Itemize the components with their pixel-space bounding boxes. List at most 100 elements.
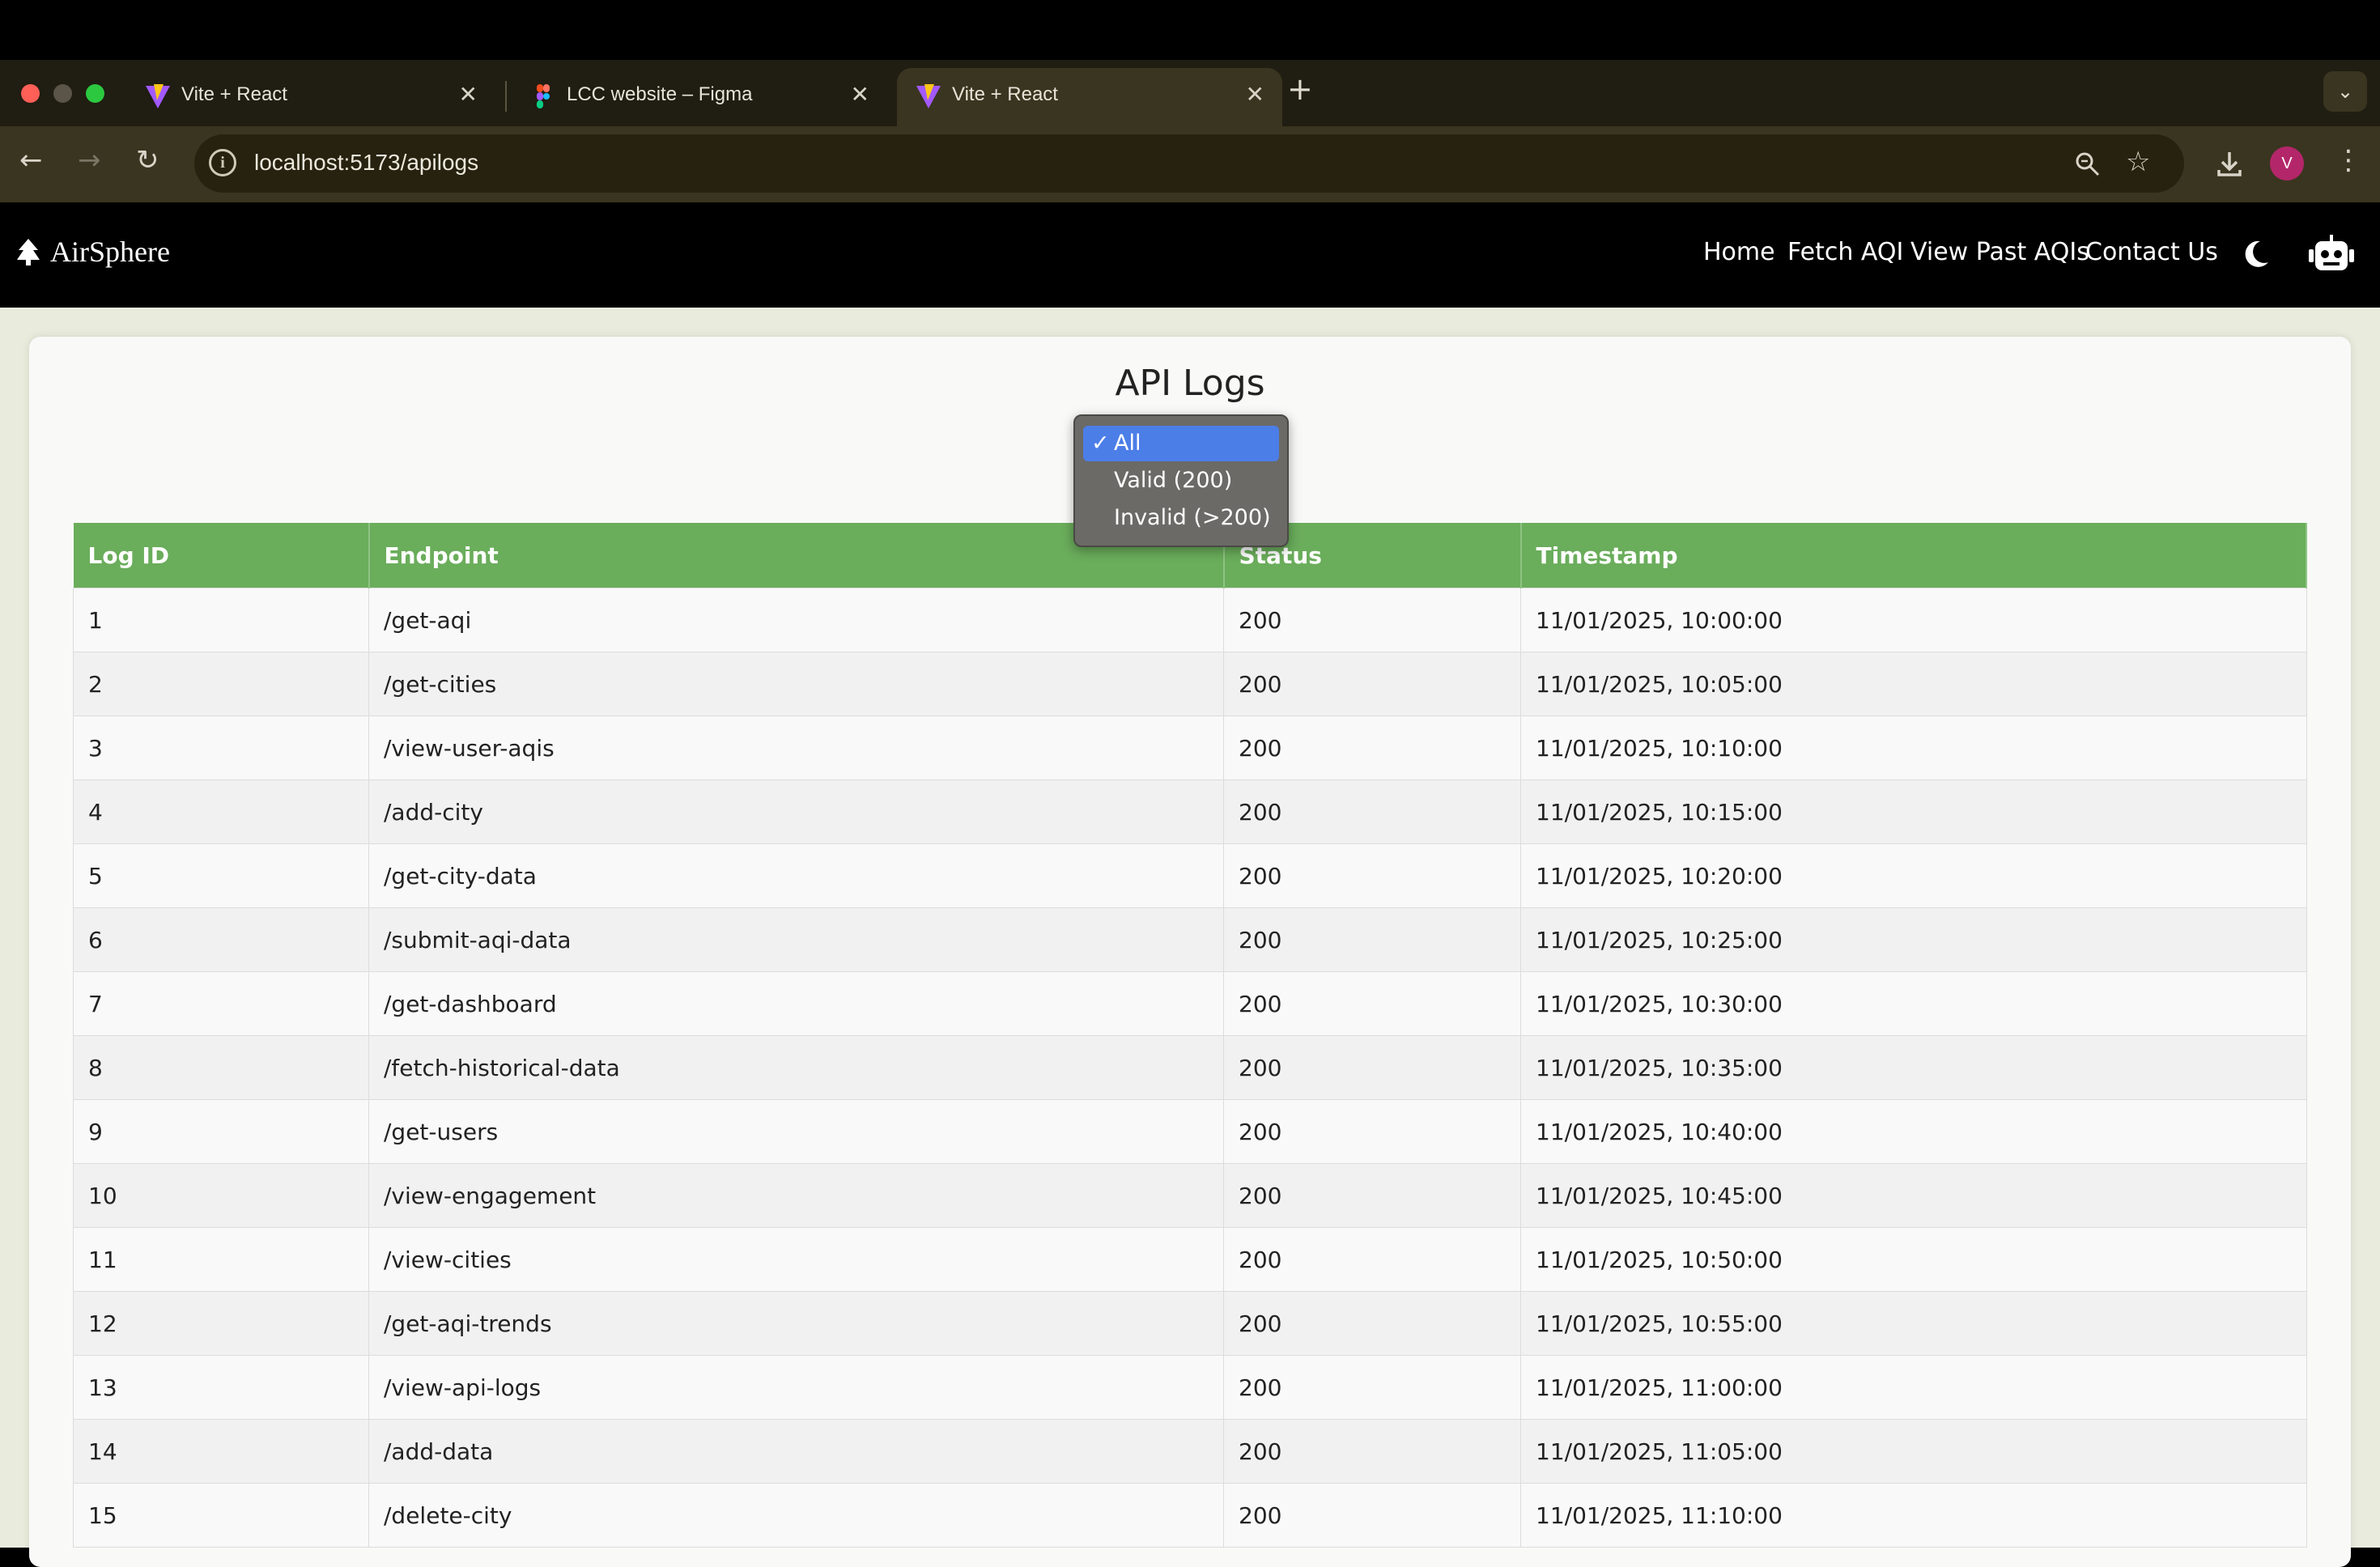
- log-id-cell: 14: [73, 1419, 369, 1484]
- table-body: 1/get-aqi 200 11/01/2025, 10:00:00 2/get-ci…: [73, 588, 2307, 1548]
- status-cell: 200: [1223, 1227, 1521, 1292]
- option-label: All: [1114, 431, 1141, 456]
- table-row[interactable]: 10/view-engagement 200 11/01/2025, 10:45:0…: [73, 1163, 2307, 1228]
- timestamp-cell: 11/01/2025, 10:00:00: [1520, 588, 2307, 652]
- moon-icon[interactable]: [2239, 238, 2272, 270]
- page-title: API Logs: [1115, 363, 1265, 404]
- tree-icon: [17, 239, 40, 265]
- timestamp-cell: 11/01/2025, 10:05:00: [1520, 652, 2307, 716]
- table-row[interactable]: 13/view-api-logs 200 11/01/2025, 11:00:00: [73, 1355, 2307, 1420]
- browser-tab-2[interactable]: LCC website – Figma ✕: [512, 68, 887, 126]
- forward-arrow-icon[interactable]: →: [78, 144, 101, 176]
- endpoint-cell: /get-users: [368, 1099, 1224, 1164]
- timestamp-cell: 11/01/2025, 11:00:00: [1520, 1355, 2307, 1420]
- close-icon[interactable]: ✕: [1246, 81, 1264, 108]
- endpoint-cell: /view-cities: [368, 1227, 1224, 1292]
- table-row[interactable]: 6/submit-aqi-data 200 11/01/2025, 10:25:00: [73, 907, 2307, 972]
- window-close-button[interactable]: [21, 84, 40, 103]
- endpoint-cell: /get-aqi: [368, 588, 1224, 652]
- figma-icon: [537, 84, 550, 108]
- endpoint-cell: /get-city-data: [368, 843, 1224, 908]
- log-id-cell: 1: [73, 588, 369, 652]
- filter-option-valid[interactable]: Valid (200): [1083, 463, 1279, 499]
- url-text[interactable]: localhost:5173/apilogs: [254, 150, 478, 176]
- status-cell: 200: [1223, 1163, 1521, 1228]
- browser-tab-1[interactable]: Vite + React ✕: [126, 68, 495, 126]
- table-row[interactable]: 1/get-aqi 200 11/01/2025, 10:00:00: [73, 588, 2307, 652]
- download-icon[interactable]: [2213, 147, 2246, 180]
- nav-link-contact-us[interactable]: Contact Us: [2085, 238, 2218, 266]
- table-row[interactable]: 7/get-dashboard 200 11/01/2025, 10:30:00: [73, 971, 2307, 1036]
- site-info-icon[interactable]: i: [209, 149, 236, 176]
- back-arrow-icon[interactable]: ←: [19, 144, 43, 176]
- column-header-timestamp[interactable]: Timestamp: [1520, 523, 2307, 588]
- status-cell: 200: [1223, 1099, 1521, 1164]
- tab-search-button[interactable]: ⌄: [2323, 71, 2367, 112]
- timestamp-cell: 11/01/2025, 10:35:00: [1520, 1035, 2307, 1100]
- endpoint-cell: /view-api-logs: [368, 1355, 1224, 1420]
- close-icon[interactable]: ✕: [851, 81, 869, 108]
- more-menu-icon[interactable]: ⋮: [2335, 144, 2362, 176]
- filter-option-all[interactable]: ✓ All: [1083, 426, 1279, 461]
- zoom-icon[interactable]: [2074, 151, 2102, 178]
- window-zoom-button[interactable]: [86, 84, 104, 103]
- status-cell: 200: [1223, 971, 1521, 1036]
- checkmark-icon: ✓: [1091, 431, 1110, 456]
- table-row[interactable]: 11/view-cities 200 11/01/2025, 10:50:00: [73, 1227, 2307, 1292]
- close-icon[interactable]: ✕: [459, 81, 478, 108]
- status-cell: 200: [1223, 1419, 1521, 1484]
- status-cell: 200: [1223, 1035, 1521, 1100]
- timestamp-cell: 11/01/2025, 10:30:00: [1520, 971, 2307, 1036]
- reload-icon[interactable]: ↻: [136, 144, 159, 176]
- endpoint-cell: /add-data: [368, 1419, 1224, 1484]
- table-row[interactable]: 15/delete-city 200 11/01/2025, 11:10:00: [73, 1483, 2307, 1548]
- endpoint-cell: /delete-city: [368, 1483, 1224, 1548]
- table-row[interactable]: 5/get-city-data 200 11/01/2025, 10:20:00: [73, 843, 2307, 908]
- window-minimize-button[interactable]: [53, 84, 72, 103]
- timestamp-cell: 11/01/2025, 11:10:00: [1520, 1483, 2307, 1548]
- column-header-log-id[interactable]: Log ID: [73, 523, 370, 588]
- status-cell: 200: [1223, 1483, 1521, 1548]
- log-id-cell: 7: [73, 971, 369, 1036]
- nav-link-view-past-aqis[interactable]: View Past AQIs: [1910, 238, 2089, 266]
- new-tab-button[interactable]: +: [1287, 71, 1313, 107]
- bookmark-star-icon[interactable]: ☆: [2126, 146, 2150, 178]
- log-id-cell: 4: [73, 779, 369, 844]
- timestamp-cell: 11/01/2025, 10:25:00: [1520, 907, 2307, 972]
- table-row[interactable]: 4/add-city 200 11/01/2025, 10:15:00: [73, 779, 2307, 844]
- endpoint-cell: /fetch-historical-data: [368, 1035, 1224, 1100]
- browser-tab-3-active[interactable]: Vite + React ✕: [897, 68, 1282, 126]
- brand-logo[interactable]: AirSphere: [16, 235, 170, 269]
- log-id-cell: 15: [73, 1483, 369, 1548]
- status-cell: 200: [1223, 652, 1521, 716]
- table-row[interactable]: 8/fetch-historical-data 200 11/01/2025, 10…: [73, 1035, 2307, 1100]
- status-cell: 200: [1223, 843, 1521, 908]
- status-cell: 200: [1223, 716, 1521, 780]
- tab-title: LCC website – Figma: [567, 83, 753, 105]
- timestamp-cell: 11/01/2025, 10:40:00: [1520, 1099, 2307, 1164]
- timestamp-cell: 11/01/2025, 10:20:00: [1520, 843, 2307, 908]
- nav-link-home[interactable]: Home: [1703, 238, 1775, 266]
- filter-option-invalid[interactable]: Invalid (>200): [1083, 500, 1279, 536]
- table-row[interactable]: 3/view-user-aqis 200 11/01/2025, 10:10:00: [73, 716, 2307, 780]
- nav-link-fetch-aqi[interactable]: Fetch AQI: [1787, 238, 1903, 266]
- table-row[interactable]: 14/add-data 200 11/01/2025, 11:05:00: [73, 1419, 2307, 1484]
- option-label: Invalid (>200): [1114, 505, 1271, 530]
- log-id-cell: 10: [73, 1163, 369, 1228]
- status-filter-dropdown[interactable]: ✓ All Valid (200) Invalid (>200): [1073, 414, 1289, 547]
- robot-icon[interactable]: [2309, 235, 2354, 274]
- status-cell: 200: [1223, 779, 1521, 844]
- endpoint-cell: /get-dashboard: [368, 971, 1224, 1036]
- table-row[interactable]: 9/get-users 200 11/01/2025, 10:40:00: [73, 1099, 2307, 1164]
- status-cell: 200: [1223, 1291, 1521, 1356]
- table-row[interactable]: 12/get-aqi-trends 200 11/01/2025, 10:55:00: [73, 1291, 2307, 1356]
- address-bar[interactable]: i localhost:5173/apilogs ☆: [194, 134, 2184, 193]
- tab-title: Vite + React: [952, 83, 1058, 105]
- log-id-cell: 5: [73, 843, 369, 908]
- os-menubar: [0, 0, 2380, 60]
- timestamp-cell: 11/01/2025, 10:10:00: [1520, 716, 2307, 780]
- timestamp-cell: 11/01/2025, 11:05:00: [1520, 1419, 2307, 1484]
- profile-avatar[interactable]: V: [2270, 147, 2304, 180]
- table-row[interactable]: 2/get-cities 200 11/01/2025, 10:05:00: [73, 652, 2307, 716]
- log-id-cell: 13: [73, 1355, 369, 1420]
